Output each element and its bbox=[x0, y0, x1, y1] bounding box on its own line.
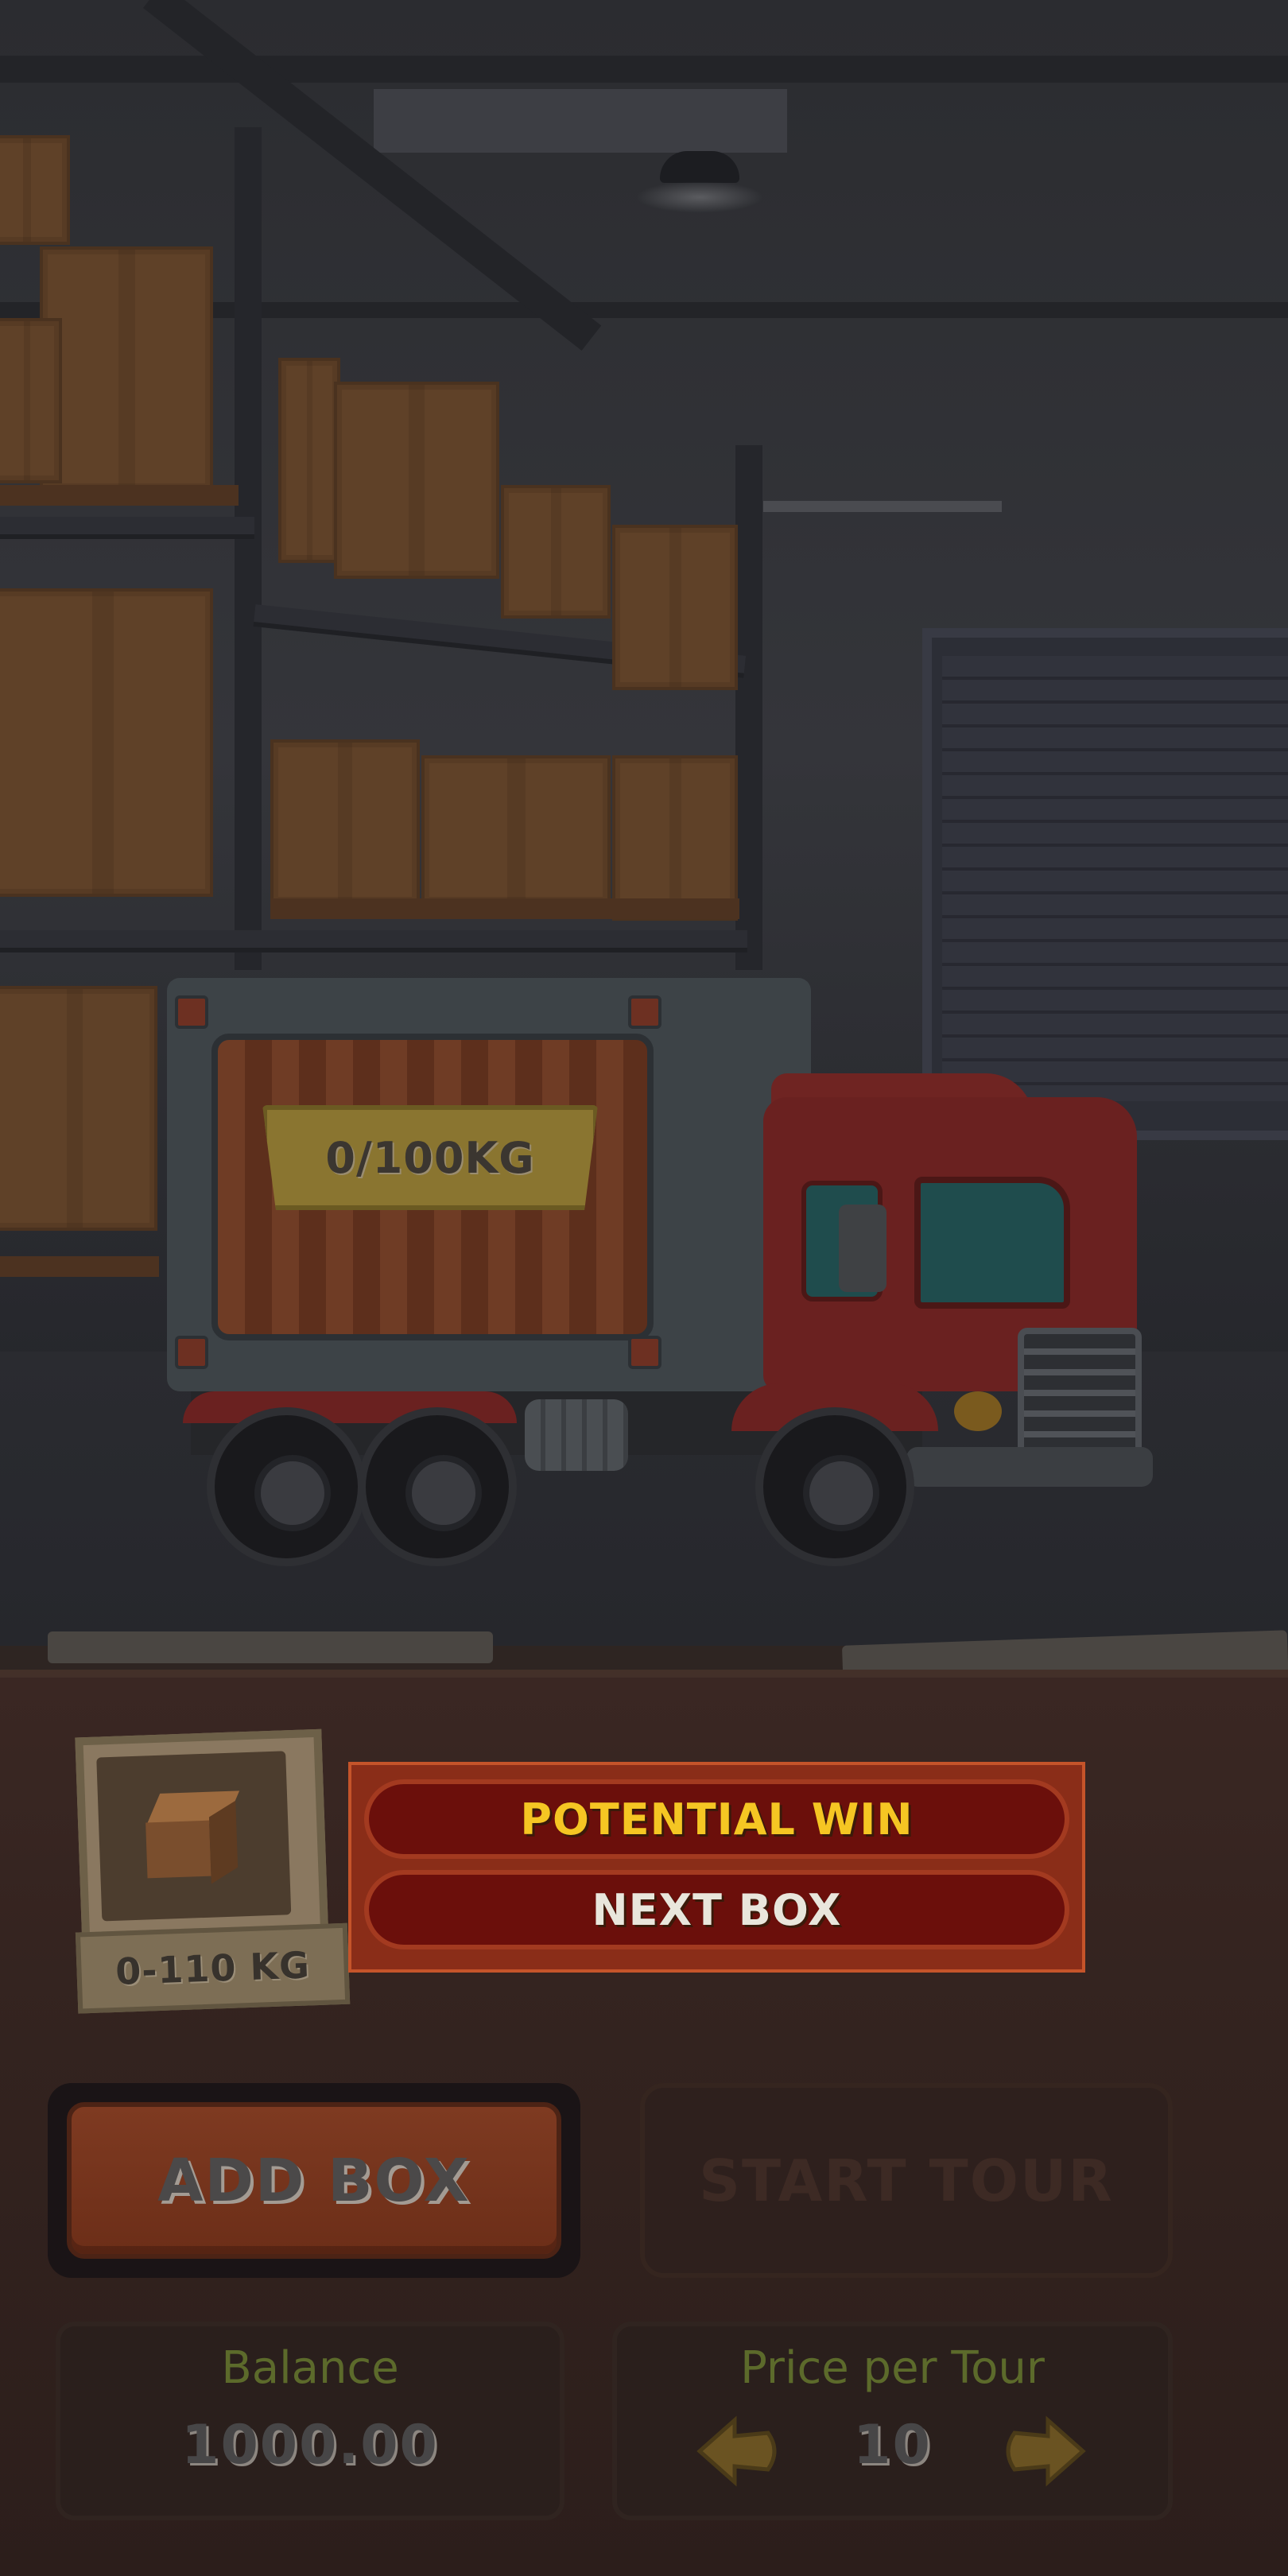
next-box-card: 0-110 KG bbox=[75, 1728, 351, 2014]
arrow-left-icon[interactable] bbox=[696, 2415, 784, 2487]
balance-value: 1000.00 bbox=[181, 2414, 439, 2477]
arrow-right-icon[interactable] bbox=[999, 2415, 1086, 2487]
crate bbox=[501, 485, 611, 619]
shelf-post bbox=[235, 127, 262, 970]
cargo-bolt bbox=[628, 1336, 661, 1369]
balance-title: Balance bbox=[221, 2342, 399, 2394]
box-weight-range: 0-110 KG bbox=[114, 1943, 311, 1993]
add-box-label: ADD BOX bbox=[157, 2146, 471, 2215]
next-box-label: NEXT BOX bbox=[592, 1884, 842, 1935]
skylight bbox=[374, 89, 787, 153]
ceiling-lamp bbox=[660, 151, 739, 183]
box-card-image bbox=[96, 1751, 292, 1922]
delivery-truck: 0/100KG bbox=[159, 978, 1169, 1566]
crate bbox=[0, 588, 213, 897]
crate bbox=[0, 135, 70, 245]
box-weight-tag: 0-110 KG bbox=[75, 1922, 351, 2014]
pallet bbox=[0, 1256, 159, 1277]
truck-headlight bbox=[954, 1391, 1002, 1431]
crate bbox=[270, 739, 420, 905]
potential-win-panel: POTENTIAL WIN NEXT BOX bbox=[348, 1762, 1085, 1973]
side-mirror bbox=[839, 1205, 886, 1292]
truck-load-label: 0/100KG bbox=[325, 1132, 535, 1183]
crate bbox=[40, 246, 213, 491]
lamp-glow bbox=[636, 181, 763, 213]
cab-windshield bbox=[914, 1177, 1070, 1309]
crate bbox=[278, 358, 340, 563]
truck-wheel bbox=[358, 1407, 517, 1566]
crate bbox=[612, 525, 738, 690]
start-tour-button[interactable]: START TOUR bbox=[640, 2083, 1173, 2278]
roof-beam bbox=[763, 501, 1002, 512]
add-box-button[interactable]: ADD BOX bbox=[48, 2083, 580, 2278]
fuel-tank bbox=[525, 1399, 628, 1471]
potential-win-label: POTENTIAL WIN bbox=[520, 1794, 914, 1845]
truck-wheel bbox=[207, 1407, 366, 1566]
crate bbox=[612, 755, 738, 921]
game-screen: 0/100KG 0-110 KG POTENTIAL WIN NEXT BOX … bbox=[0, 0, 1288, 2576]
roof-beam bbox=[0, 56, 1288, 83]
shelf-beam bbox=[0, 930, 747, 952]
crate bbox=[0, 986, 157, 1231]
crate bbox=[0, 318, 62, 483]
pallet bbox=[270, 898, 739, 919]
cargo-bolt bbox=[175, 1336, 208, 1369]
truck-grille bbox=[1018, 1328, 1142, 1460]
cardboard-box-icon bbox=[145, 1790, 243, 1884]
truck-bumper bbox=[906, 1447, 1153, 1487]
shelf-beam bbox=[0, 517, 254, 539]
price-per-tour-box: Price per Tour 10 bbox=[612, 2322, 1173, 2520]
potential-win-row: POTENTIAL WIN bbox=[364, 1779, 1069, 1859]
cargo-bolt bbox=[628, 995, 661, 1029]
crate bbox=[334, 382, 499, 579]
add-box-button-face[interactable]: ADD BOX bbox=[67, 2102, 561, 2259]
cargo-bolt bbox=[175, 995, 208, 1029]
start-tour-label: START TOUR bbox=[699, 2147, 1114, 2214]
next-box-row: NEXT BOX bbox=[364, 1870, 1069, 1949]
shelf-post bbox=[735, 445, 762, 970]
truck-load-plate: 0/100KG bbox=[262, 1105, 598, 1210]
truck-wheel bbox=[755, 1407, 914, 1566]
crate bbox=[421, 755, 611, 905]
pallet bbox=[0, 485, 239, 506]
balance-box: Balance 1000.00 bbox=[56, 2322, 564, 2520]
price-per-tour-title: Price per Tour bbox=[740, 2342, 1045, 2394]
paper-strip bbox=[48, 1631, 493, 1663]
